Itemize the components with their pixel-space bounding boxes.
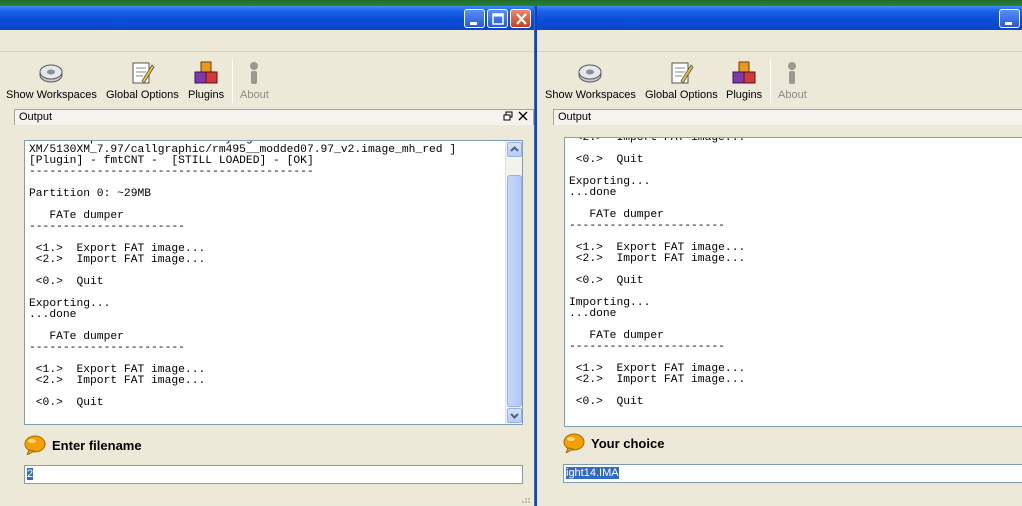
global-options-label: Global Options xyxy=(645,89,718,101)
maximize-button[interactable] xyxy=(487,9,508,28)
toolbar: Show Workspaces Global Options Plugins A… xyxy=(0,53,534,109)
input-prompt: Enter filename xyxy=(24,435,142,455)
about-icon xyxy=(788,62,797,84)
toolbar-separator xyxy=(232,59,233,103)
toolbar-separator xyxy=(770,59,771,103)
left-window: Show Workspaces Global Options Plugins A… xyxy=(0,6,534,506)
input-prompt: Your choice xyxy=(563,433,664,453)
output-panel-header: Output xyxy=(14,109,534,125)
toolbar: Show Workspaces Global Options Plugins A… xyxy=(537,53,1022,109)
prompt-label: Your choice xyxy=(591,435,665,451)
plugins-label: Plugins xyxy=(188,89,225,101)
prompt-label: Enter filename xyxy=(52,437,142,453)
filename-input[interactable]: 2 xyxy=(24,465,523,484)
plugins-icon xyxy=(732,61,756,84)
input-value: 2 xyxy=(27,468,34,480)
minimize-button[interactable] xyxy=(999,9,1020,28)
output-console[interactable]: Files/Complete tutorial modifying s40/FP… xyxy=(24,140,523,425)
restore-panel-icon[interactable] xyxy=(503,111,513,124)
output-panel: Output <2.> Import FAT image... <0.> Qui… xyxy=(553,109,1022,506)
menubar xyxy=(0,30,534,52)
options-icon xyxy=(132,62,155,84)
plugins-button[interactable]: Plugins xyxy=(726,59,762,101)
plugins-button[interactable]: Plugins xyxy=(188,59,224,101)
panel-title: Output xyxy=(19,111,53,123)
about-label: About xyxy=(778,89,807,101)
panel-title: Output xyxy=(558,111,592,123)
close-button[interactable] xyxy=(510,9,531,28)
vertical-scrollbar[interactable] xyxy=(505,141,522,424)
about-button[interactable]: About xyxy=(778,59,807,101)
maximize-icon xyxy=(492,13,504,25)
about-label: About xyxy=(240,89,269,101)
about-button[interactable]: About xyxy=(240,59,269,101)
options-icon xyxy=(671,62,694,84)
workspaces-icon xyxy=(39,64,63,83)
show-workspaces-label: Show Workspaces xyxy=(545,89,636,101)
speech-bubble-icon xyxy=(563,433,585,453)
close-icon xyxy=(516,13,527,25)
minimize-button[interactable] xyxy=(464,9,485,28)
output-panel: Output Files/Complete tutorial modifying… xyxy=(14,109,534,506)
output-panel-header: Output xyxy=(553,109,1022,125)
scroll-thumb[interactable] xyxy=(507,175,522,407)
console-text: Files/Complete tutorial modifying s40/FP… xyxy=(29,141,457,409)
plugins-label: Plugins xyxy=(726,89,763,101)
minimize-icon xyxy=(470,22,477,25)
global-options-button[interactable]: Global Options xyxy=(106,59,179,101)
speech-bubble-icon xyxy=(24,435,46,455)
output-console[interactable]: <2.> Import FAT image... <0.> Quit Expor… xyxy=(564,137,1022,427)
workspaces-icon xyxy=(578,64,602,83)
scroll-up-button[interactable] xyxy=(507,142,522,157)
show-workspaces-button[interactable]: Show Workspaces xyxy=(545,59,636,101)
minimize-icon xyxy=(1005,22,1012,25)
left-titlebar[interactable] xyxy=(0,6,534,30)
about-icon xyxy=(250,62,259,84)
plugins-icon xyxy=(194,61,218,84)
show-workspaces-button[interactable]: Show Workspaces xyxy=(6,59,97,101)
close-panel-icon[interactable] xyxy=(518,111,528,124)
choice-input[interactable]: ight14.IMA xyxy=(563,464,1022,483)
right-window: Show Workspaces Global Options Plugins A… xyxy=(535,6,1022,506)
global-options-label: Global Options xyxy=(106,89,179,101)
menubar xyxy=(537,30,1022,52)
show-workspaces-label: Show Workspaces xyxy=(6,89,97,101)
right-titlebar[interactable] xyxy=(537,6,1022,30)
console-text: <2.> Import FAT image... <0.> Quit Expor… xyxy=(569,137,746,408)
chevron-down-icon xyxy=(510,413,519,419)
input-value: ight14.IMA xyxy=(566,467,619,479)
resize-grip-icon[interactable] xyxy=(521,498,531,504)
global-options-button[interactable]: Global Options xyxy=(645,59,718,101)
scroll-down-button[interactable] xyxy=(507,408,522,423)
chevron-up-icon xyxy=(510,146,519,152)
